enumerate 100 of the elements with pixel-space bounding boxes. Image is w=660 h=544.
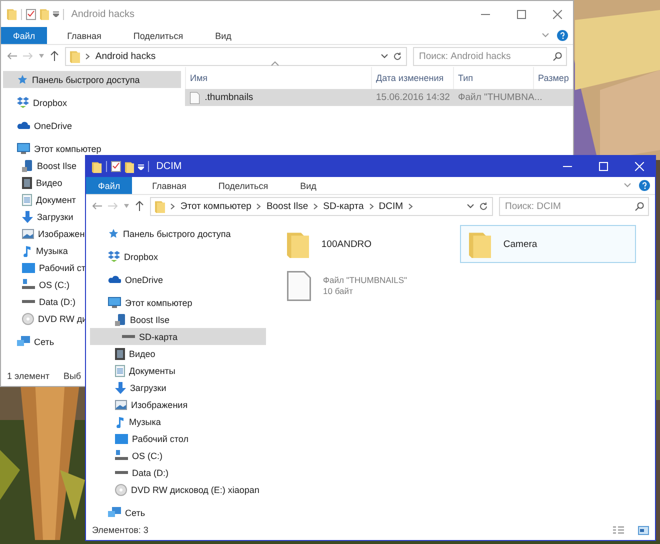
folder-icon bbox=[40, 8, 50, 20]
nav-item[interactable]: Изображен bbox=[3, 225, 87, 242]
status-text: Элементов: 3 bbox=[92, 525, 148, 535]
tiles-view-icon bbox=[638, 526, 649, 534]
nav-item[interactable]: Сеть bbox=[90, 504, 148, 520]
nav-item[interactable]: DVD RW дисковод (E:) xiaopan bbox=[90, 481, 262, 498]
breadcrumb[interactable]: DCIM bbox=[378, 200, 404, 212]
search-icon[interactable] bbox=[635, 202, 644, 210]
chevron-icon bbox=[313, 202, 318, 210]
drive-icon bbox=[115, 450, 128, 461]
drive-icon bbox=[122, 334, 135, 339]
ribbon-tab[interactable]: Поделиться bbox=[206, 177, 280, 194]
forward-arrow-icon bbox=[23, 52, 33, 60]
up-arrow-icon bbox=[135, 201, 144, 211]
breadcrumb[interactable]: SD-карта bbox=[323, 200, 364, 212]
nav-item[interactable]: Boost Ilse bbox=[90, 311, 172, 328]
monitor-icon bbox=[17, 143, 30, 154]
ribbon-tab[interactable]: Поделиться bbox=[121, 27, 196, 44]
nav-item[interactable]: OneDrive bbox=[90, 271, 166, 288]
nav-item[interactable]: Видео bbox=[90, 345, 158, 362]
maximize-icon[interactable] bbox=[516, 10, 526, 18]
nav-item[interactable]: Рабочий стол bbox=[90, 430, 190, 447]
nav-item[interactable]: Видео bbox=[3, 174, 64, 191]
ribbon-tab[interactable]: Главная bbox=[55, 27, 114, 44]
nav-item[interactable]: Загрузки bbox=[3, 208, 76, 225]
help-icon bbox=[639, 180, 650, 191]
help-icon bbox=[557, 30, 568, 41]
address-field[interactable]: Этот компьютер Boost Ilse SD-карта DCIM bbox=[150, 196, 493, 216]
ribbon-tab[interactable]: Вид bbox=[203, 27, 244, 44]
file-tile[interactable]: 100ANDRO bbox=[278, 225, 454, 263]
nav-item[interactable]: Панель быстрого доступа bbox=[90, 225, 233, 242]
chevron-icon bbox=[368, 202, 374, 210]
nav-item[interactable]: Data (D:) bbox=[3, 293, 78, 310]
nav-item[interactable]: OneDrive bbox=[3, 117, 74, 134]
file-row[interactable]: .thumbnails 15.06.2016 14:32 Файл "THUMBNA... bbox=[185, 89, 573, 106]
film-icon bbox=[22, 176, 32, 188]
close-icon[interactable] bbox=[552, 10, 562, 18]
nav-item[interactable]: Изображения bbox=[90, 396, 190, 413]
window-title: Android hacks bbox=[71, 8, 136, 20]
nav-item[interactable]: OS (C:) bbox=[90, 447, 164, 464]
nav-item[interactable]: Загрузки bbox=[90, 379, 168, 396]
file-icon bbox=[190, 92, 200, 104]
search-field[interactable]: Поиск: Android hacks bbox=[413, 46, 567, 66]
image-icon bbox=[22, 228, 34, 238]
nav-item[interactable]: Data (D:) bbox=[90, 464, 171, 481]
folder-icon bbox=[469, 230, 492, 258]
nav-item[interactable]: Boost Ilse bbox=[3, 157, 79, 174]
nav-item[interactable]: Музыка bbox=[3, 242, 70, 259]
ribbon-tab[interactable]: Вид bbox=[288, 177, 328, 194]
search-icon[interactable] bbox=[553, 52, 562, 60]
nav-item[interactable]: Музыка bbox=[90, 413, 163, 430]
image-icon bbox=[115, 400, 127, 410]
monitor-icon bbox=[108, 297, 121, 308]
address-field[interactable]: Android hacks bbox=[65, 46, 407, 66]
back-arrow-icon bbox=[92, 202, 102, 210]
breadcrumb[interactable]: Этот компьютер bbox=[180, 200, 252, 212]
film-icon bbox=[115, 348, 125, 360]
nav-item[interactable]: OS (C:) bbox=[3, 276, 72, 293]
table-cell: 15.06.2016 14:32 bbox=[376, 92, 450, 103]
nav-item[interactable]: Этот компьютер bbox=[3, 140, 104, 157]
phone-icon bbox=[22, 160, 33, 172]
breadcrumb[interactable]: Android hacks bbox=[95, 50, 156, 62]
caret-icon bbox=[138, 164, 144, 170]
network-icon bbox=[108, 507, 121, 518]
refresh-icon bbox=[393, 52, 402, 60]
nav-item[interactable]: Документ bbox=[3, 191, 78, 208]
file-tile[interactable]: Camera bbox=[460, 225, 636, 263]
breadcrumb[interactable]: Boost Ilse bbox=[266, 200, 308, 212]
chevron-icon bbox=[408, 202, 414, 210]
folder-icon bbox=[124, 160, 134, 172]
folder-icon bbox=[155, 200, 166, 212]
nav-item[interactable]: SD-карта bbox=[90, 328, 266, 345]
checklist-icon bbox=[26, 8, 36, 20]
music-note-icon bbox=[22, 244, 32, 256]
nav-item[interactable]: Панель быстрого доступа bbox=[3, 71, 181, 88]
drive-icon bbox=[115, 470, 128, 475]
down-arrow-icon bbox=[115, 382, 126, 394]
minimize-icon[interactable] bbox=[562, 166, 572, 167]
forward-arrow-icon bbox=[108, 202, 118, 210]
caret-icon bbox=[39, 54, 44, 58]
folder-icon bbox=[7, 8, 17, 20]
nav-item[interactable]: Dropbox bbox=[90, 248, 160, 265]
star-icon bbox=[17, 74, 28, 85]
nav-item[interactable]: Этот компьютер bbox=[90, 294, 194, 311]
music-note-icon bbox=[115, 416, 125, 428]
file-tile[interactable]: Файл "THUMBNAILS" 10 байт bbox=[278, 267, 454, 305]
file-detail: Файл "THUMBNAILS" bbox=[323, 275, 408, 286]
expand-caret-icon bbox=[542, 33, 549, 38]
file-detail: 10 байт bbox=[323, 286, 354, 297]
nav-item[interactable]: Документы bbox=[90, 362, 178, 379]
status-text: Выб bbox=[63, 371, 82, 381]
chevron-icon bbox=[256, 202, 262, 210]
search-field[interactable]: Поиск: DCIM bbox=[499, 196, 649, 216]
ribbon-tab[interactable]: Главная bbox=[140, 177, 198, 194]
nav-item[interactable]: Рабочий ст bbox=[3, 259, 88, 276]
table-cell: .thumbnails bbox=[204, 92, 254, 103]
nav-item[interactable]: Dropbox bbox=[3, 94, 70, 111]
disc-icon bbox=[22, 312, 34, 324]
drive-icon bbox=[22, 279, 35, 290]
nav-item[interactable]: Сеть bbox=[3, 333, 56, 350]
